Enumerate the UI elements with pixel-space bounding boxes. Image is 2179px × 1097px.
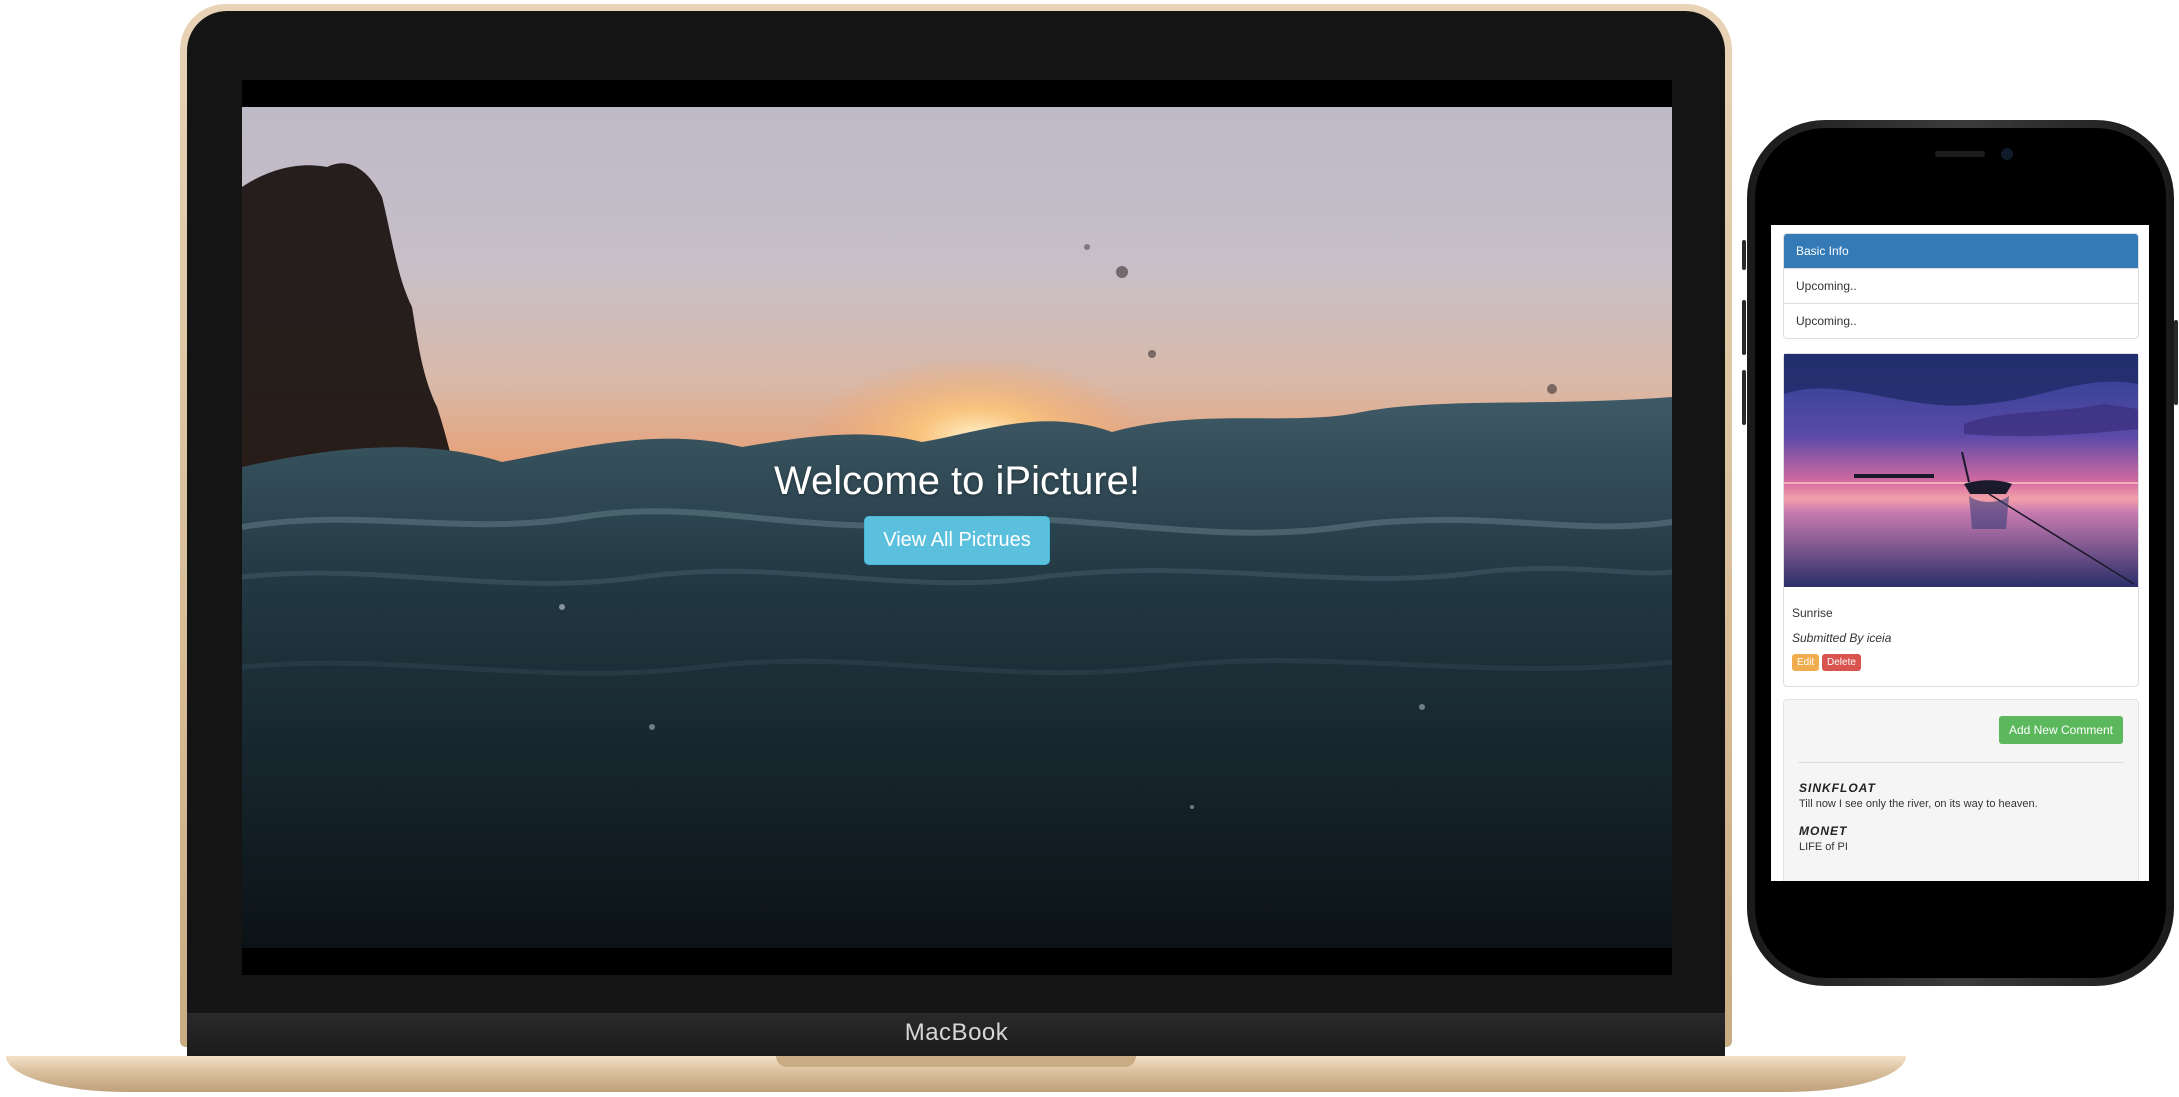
divider [1798,762,2124,763]
view-all-pictures-button[interactable]: View All Pictrues [864,516,1050,565]
screen-top-bar [242,80,1672,107]
sunrise-picture [1784,354,2138,587]
hero-background: Welcome to iPicture! View All Pictrues [242,107,1672,948]
phone-volume-down [1742,370,1746,425]
phone-speaker [1935,151,1985,157]
hero-title: Welcome to iPicture! [773,459,1141,503]
phone-volume-up [1742,300,1746,355]
list-item[interactable]: Upcoming.. [1784,268,2138,303]
picture-author: Submitted By iceia [1792,631,1892,645]
basic-info-panel: Basic Info Upcoming.. Upcoming.. [1783,233,2139,339]
hero-content: Welcome to iPicture! View All Pictrues [242,459,1672,565]
delete-button[interactable]: Delete [1822,654,1861,671]
picture-card: Sunrise Submitted By iceia Edit Delete [1783,353,2139,687]
picture-title: Sunrise [1792,606,1833,620]
laptop-brand-label: MacBook [904,1019,1009,1046]
laptop-notch [776,1056,1136,1067]
comment-author: Monet [1799,824,1848,838]
phone-screen: Basic Info Upcoming.. Upcoming.. Sunrise… [1771,225,2149,881]
comment-text: Till now I see only the river, on its wa… [1799,798,2038,810]
basic-info-heading[interactable]: Basic Info [1784,234,2138,268]
laptop-screen: Welcome to iPicture! View All Pictrues [242,80,1672,975]
phone-power-button [2174,320,2178,405]
add-comment-button[interactable]: Add New Comment [1998,716,2123,744]
comment-author: Sinkfloat [1799,781,1876,795]
phone-mute-switch [1742,240,1746,270]
comments-section: Add New Comment Sinkfloat Till now I see… [1783,699,2139,881]
comment-text: LIFE of PI [1799,841,1848,853]
screen-bottom-bar [242,948,1672,975]
phone-camera [2001,148,2013,160]
edit-button[interactable]: Edit [1792,654,1820,671]
list-item[interactable]: Upcoming.. [1784,303,2138,338]
